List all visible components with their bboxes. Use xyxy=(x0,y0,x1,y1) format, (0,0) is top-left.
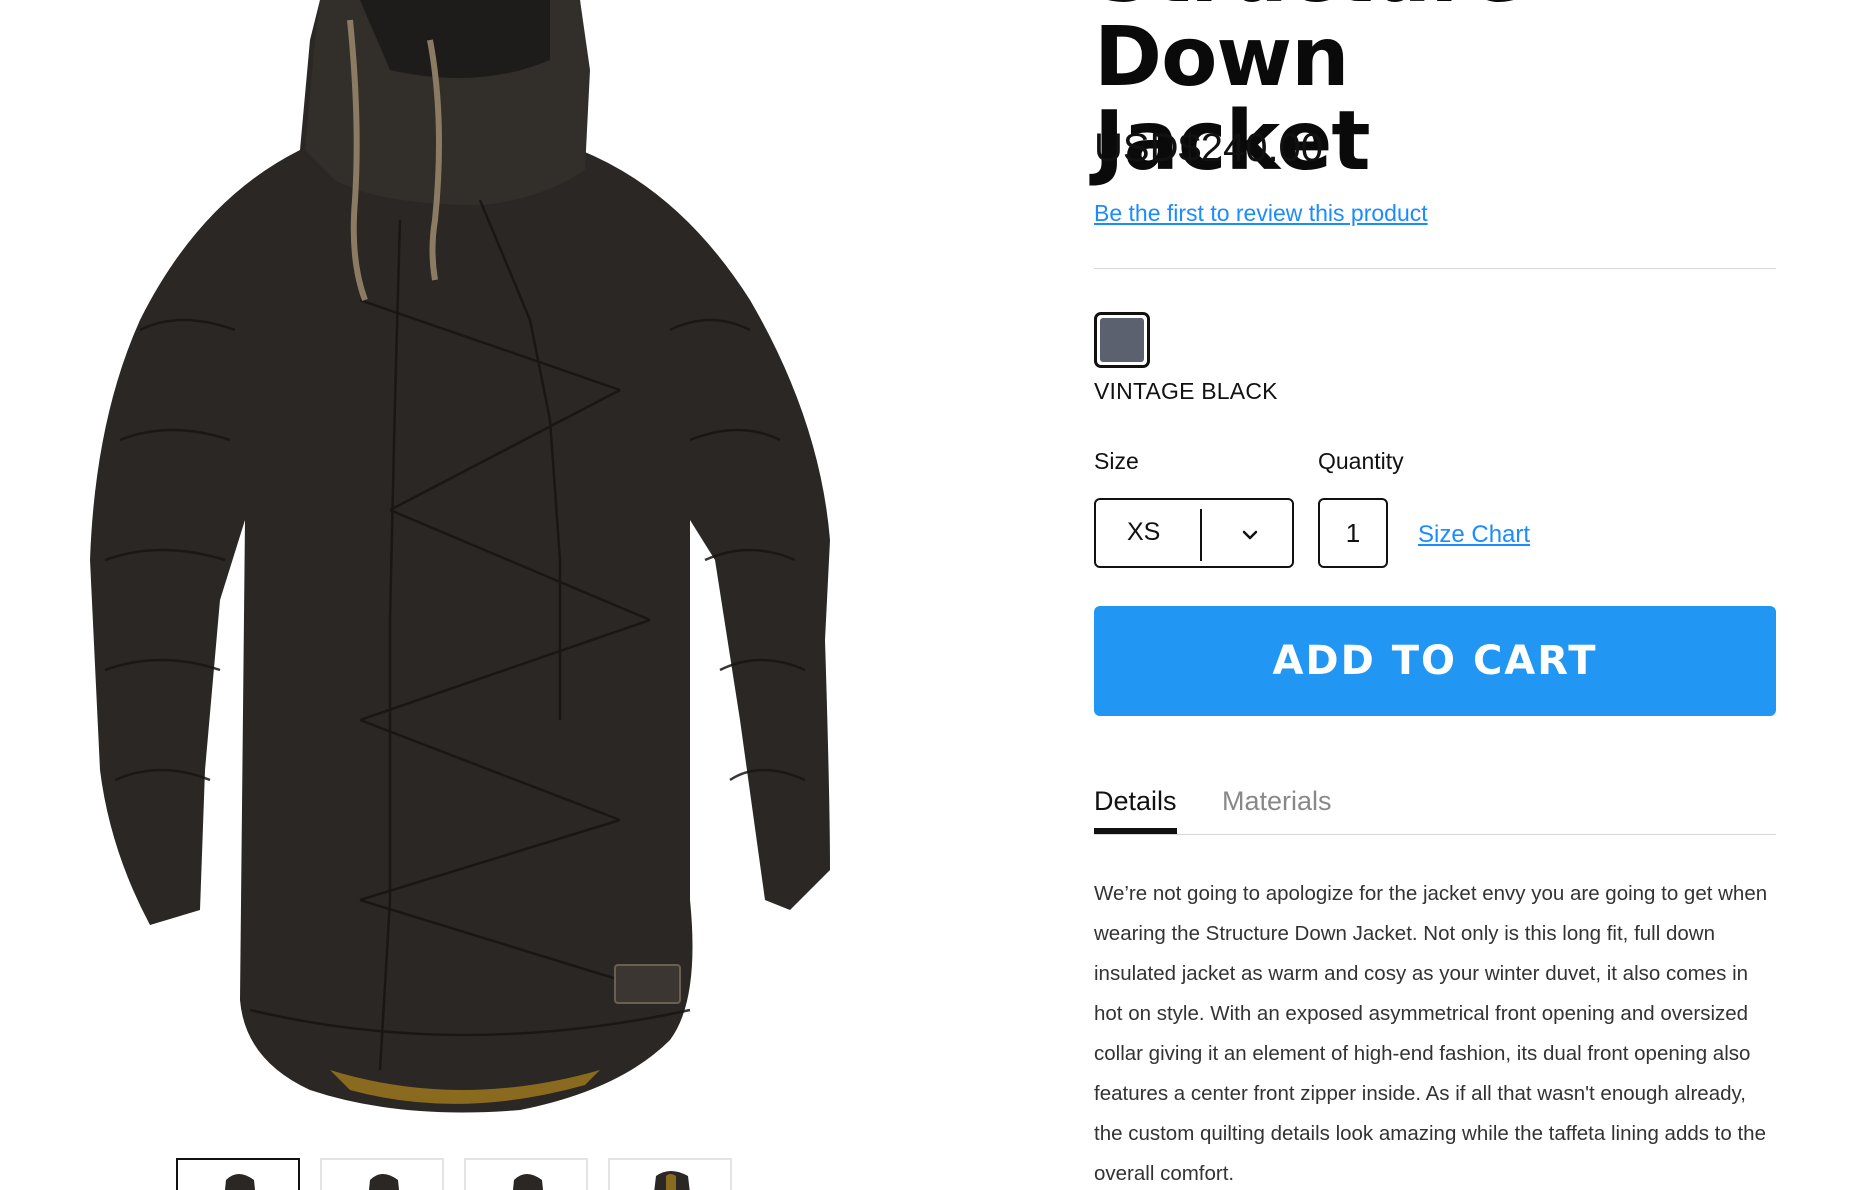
jacket-illustration xyxy=(90,0,830,1113)
size-select[interactable]: XS xyxy=(1094,498,1294,568)
selected-color-name: VINTAGE BLACK xyxy=(1094,378,1278,404)
jacket-thumbnail-icon xyxy=(513,1174,543,1190)
thumbnail-2[interactable] xyxy=(320,1158,444,1190)
product-tabs: Details Materials xyxy=(1094,780,1776,835)
jacket-thumbnail-icon xyxy=(369,1174,399,1190)
jacket-thumbnail-icon xyxy=(225,1174,255,1190)
divider xyxy=(1094,268,1776,269)
swatch-fill xyxy=(1100,318,1144,362)
size-chart-link[interactable]: Size Chart xyxy=(1418,521,1530,549)
thumbnail-3[interactable] xyxy=(464,1158,588,1190)
size-selected-value: XS xyxy=(1127,518,1161,546)
select-separator xyxy=(1200,509,1202,561)
thumbnail-4[interactable] xyxy=(608,1158,732,1190)
product-description: We’re not going to apologize for the jac… xyxy=(1094,882,1768,1185)
tab-details[interactable]: Details xyxy=(1094,780,1177,834)
jacket-thumbnail-icon xyxy=(654,1171,690,1190)
quantity-input[interactable] xyxy=(1318,498,1388,568)
color-swatch-vintage-black[interactable] xyxy=(1094,312,1150,368)
add-to-cart-button[interactable]: ADD TO CART xyxy=(1094,606,1776,716)
size-label: Size xyxy=(1094,448,1139,474)
chevron-down-icon xyxy=(1242,530,1258,540)
write-review-link[interactable]: Be the first to review this product xyxy=(1094,200,1428,227)
quantity-label: Quantity xyxy=(1318,448,1404,474)
product-page: Structure Down Jacket USD$240.00 Be the … xyxy=(0,0,1856,1190)
tab-materials[interactable]: Materials xyxy=(1222,780,1332,822)
product-gallery xyxy=(0,0,1060,1190)
thumbnail-1[interactable] xyxy=(176,1158,300,1190)
thumbnail-strip xyxy=(176,1158,732,1190)
product-price: USD$240.00 xyxy=(1094,126,1324,170)
product-main-image xyxy=(60,0,860,1130)
